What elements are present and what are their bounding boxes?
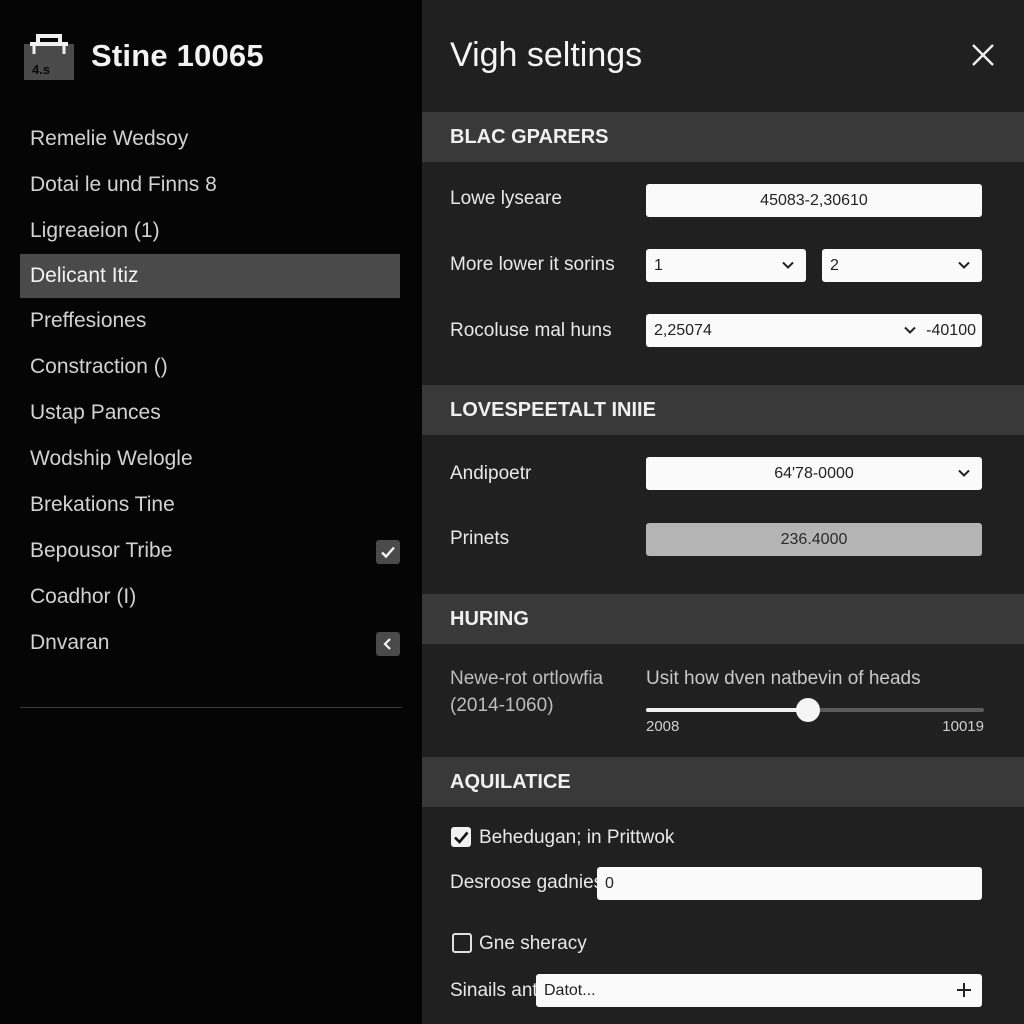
sidebar-item-label: Dnvaran [30, 631, 110, 654]
field-value: 236.4000 [780, 530, 848, 548]
shopping-bag-icon: 4.s [22, 30, 76, 82]
sidebar-item-bepousor-tribe[interactable]: Bepousor Tribe [20, 528, 400, 574]
section-heading-1: BLAC GPARERS [422, 112, 1024, 162]
section-heading-3: HURING [422, 594, 1024, 644]
desroose-input[interactable]: 0 [597, 867, 982, 900]
slider-thumb[interactable] [796, 698, 821, 722]
field-value: 2,25074 [654, 321, 712, 339]
row-label: Desroose gadnies [450, 872, 604, 893]
close-icon[interactable] [970, 42, 996, 68]
sidebar-item-delicant-itiz[interactable]: Delicant Itiz [20, 254, 400, 298]
checkbox-checked[interactable] [451, 827, 471, 847]
field-value: 64'78-0000 [774, 464, 854, 482]
chevron-left-icon[interactable] [376, 632, 400, 656]
sidebar-item-label: Preffesiones [30, 309, 147, 332]
sidebar-item-label: Dotai le und Finns 8 [30, 173, 217, 196]
slider-min: 2008 [646, 718, 680, 735]
sidebar-item-label: Wodship Welogle [30, 447, 193, 470]
logo-text: 4.s [32, 62, 51, 77]
row-label-range: (2014-1060) [450, 695, 554, 716]
field-value: Datot... [544, 981, 596, 999]
sidebar-item-label: Brekations Tine [30, 493, 175, 516]
prinets-field[interactable]: 236.4000 [646, 523, 982, 556]
check-icon [454, 831, 469, 844]
check-icon[interactable] [376, 540, 400, 564]
slider-track[interactable] [646, 698, 984, 722]
sidebar-item-coadhor[interactable]: Coadhor (I) [20, 574, 400, 620]
panel-header: Vigh seltings [422, 0, 1024, 110]
slider-caption: Usit how dven natbevin of heads [646, 668, 921, 689]
sidebar-item-remelie-wedsoy[interactable]: Remelie Wedsoy [20, 116, 400, 162]
sidebar-item-dotai[interactable]: Dotai le und Finns 8 [20, 162, 400, 208]
sinails-ant-input[interactable]: Datot... [536, 974, 982, 1007]
select-a-dropdown[interactable]: 1 [646, 249, 806, 282]
field-suffix: -40100 [926, 321, 976, 339]
andipoetr-dropdown[interactable]: 64'78-0000 [646, 457, 982, 490]
sidebar: 4.s Stine 10065 Remelie Wedsoy Dotai le … [0, 0, 422, 1024]
select-b-dropdown[interactable]: 2 [822, 249, 982, 282]
sidebar-item-preffesiones[interactable]: Preffesiones [20, 298, 400, 344]
panel-title: Vigh seltings [450, 36, 643, 74]
chevron-down-icon [956, 257, 972, 273]
sidebar-item-ustap-pances[interactable]: Ustap Pances [20, 390, 400, 436]
app-title: Stine 10065 [91, 38, 264, 73]
sidebar-item-dnvaran[interactable]: Dnvaran [20, 620, 400, 666]
row-label: Sinails ant [450, 980, 538, 1001]
chevron-down-icon [780, 257, 796, 273]
sidebar-item-label: Remelie Wedsoy [30, 127, 189, 150]
chevron-down-icon [902, 322, 918, 338]
rocoluse-dropdown[interactable]: 2,25074 -40100 [646, 314, 982, 347]
sidebar-item-ligreaeion[interactable]: Ligreaeion (1) [20, 208, 400, 254]
row-label: More lower it sorins [450, 254, 615, 275]
brand: 4.s Stine 10065 [22, 28, 264, 84]
sidebar-item-label: Constraction () [30, 355, 168, 378]
section-heading-4: AQUILATICE [422, 757, 1024, 807]
row-label: Andipoetr [450, 463, 532, 484]
sidebar-item-wodship-welogle[interactable]: Wodship Welogle [20, 436, 400, 482]
field-value: 0 [605, 874, 614, 892]
sidebar-item-label: Delicant Itiz [30, 264, 139, 287]
checkbox-label: Gne sheracy [479, 933, 587, 954]
slider-max: 10019 [942, 718, 984, 735]
checkbox-unchecked[interactable] [452, 933, 472, 953]
sidebar-item-label: Bepousor Tribe [30, 539, 173, 562]
lowe-lyseare-input[interactable]: 45083-2,30610 [646, 184, 982, 217]
sidebar-nav: Remelie Wedsoy Dotai le und Finns 8 Ligr… [20, 116, 400, 666]
checkbox-label: Behedugan; in Prittwok [479, 827, 675, 848]
field-value: 45083-2,30610 [760, 191, 868, 209]
slider-fill [646, 708, 809, 712]
row-label: Lowe lyseare [450, 188, 562, 209]
sidebar-divider [20, 707, 402, 708]
settings-panel: Vigh seltings BLAC GPARERS Lowe lyseare … [422, 0, 1024, 1024]
sidebar-item-label: Coadhor (I) [30, 585, 137, 608]
section-heading-2: LOVESPEETALT INIIE [422, 385, 1024, 435]
sidebar-item-label: Ustap Pances [30, 401, 161, 424]
sidebar-item-label: Ligreaeion (1) [30, 219, 160, 242]
row-label: Prinets [450, 528, 510, 549]
plus-icon[interactable] [956, 982, 972, 998]
chevron-down-icon [956, 465, 972, 481]
select-value: 1 [654, 256, 663, 274]
row-label: Rocoluse mal huns [450, 320, 612, 341]
sidebar-item-constraction[interactable]: Constraction () [20, 344, 400, 390]
select-value: 2 [830, 256, 839, 274]
sidebar-item-brekations-tine[interactable]: Brekations Tine [20, 482, 400, 528]
row-label: Newe-rot ortlowfia [450, 668, 604, 689]
